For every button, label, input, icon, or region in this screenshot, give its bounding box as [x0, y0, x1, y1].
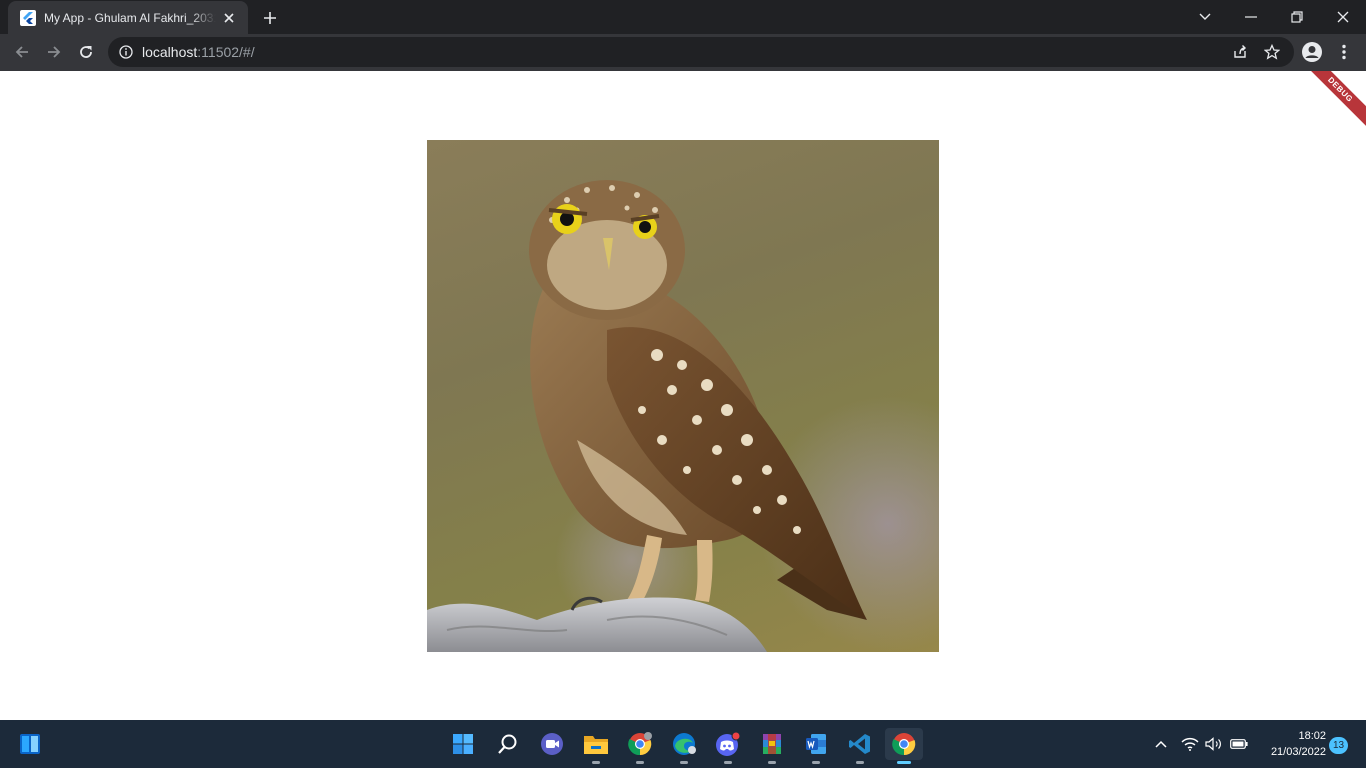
- back-icon[interactable]: [8, 38, 36, 66]
- running-indicator: [768, 761, 776, 764]
- vscode-icon[interactable]: [844, 728, 876, 764]
- url-host: localhost: [142, 44, 198, 60]
- close-window-icon[interactable]: [1320, 0, 1366, 34]
- close-tab-icon[interactable]: [220, 9, 238, 27]
- minimize-icon[interactable]: [1228, 0, 1274, 34]
- clock-date: 21/03/2022: [1270, 746, 1326, 758]
- debug-banner: DEBUG: [1301, 71, 1366, 129]
- running-indicator: [592, 761, 600, 764]
- address-bar[interactable]: localhost:11502/#/: [108, 37, 1294, 67]
- running-indicator: [680, 761, 688, 764]
- edge-icon[interactable]: [668, 728, 700, 764]
- search-icon[interactable]: [492, 728, 524, 760]
- flutter-icon: [20, 9, 36, 26]
- chrome-profile-icon[interactable]: [624, 728, 656, 764]
- reload-icon[interactable]: [72, 38, 100, 66]
- notification-badge[interactable]: 13: [1329, 737, 1348, 754]
- tab-title: My App - Ghulam Al Fakhri_2031: [44, 10, 216, 25]
- tab-search-icon[interactable]: [1182, 0, 1228, 34]
- browser-tab[interactable]: My App - Ghulam Al Fakhri_2031: [8, 1, 248, 34]
- show-hidden-icons[interactable]: [1154, 720, 1168, 768]
- restore-icon[interactable]: [1274, 0, 1320, 34]
- forward-icon[interactable]: [40, 38, 68, 66]
- running-indicator: [856, 761, 864, 764]
- running-indicator: [636, 761, 644, 764]
- page-content: DEBUG: [0, 71, 1366, 720]
- start-icon[interactable]: [14, 728, 46, 760]
- running-indicator: [812, 761, 820, 764]
- discord-icon[interactable]: [712, 728, 744, 764]
- star-icon[interactable]: [1258, 38, 1286, 66]
- clock-time: 18:02: [1298, 730, 1326, 742]
- word-icon[interactable]: [800, 728, 832, 764]
- url-path: :11502/#/: [197, 44, 255, 60]
- profile-icon[interactable]: [1298, 38, 1326, 66]
- chat-icon[interactable]: [536, 728, 568, 760]
- share-icon[interactable]: [1226, 38, 1254, 66]
- running-indicator: [724, 761, 732, 764]
- browser-toolbar: localhost:11502/#/: [0, 34, 1366, 71]
- owl-image: [427, 140, 939, 652]
- windows-taskbar: 18:02 21/03/2022: [0, 720, 1366, 768]
- info-icon[interactable]: [118, 44, 134, 60]
- winrar-icon[interactable]: [756, 728, 788, 764]
- file-explorer-icon[interactable]: [580, 728, 612, 764]
- url-text: localhost:11502/#/: [142, 44, 255, 60]
- new-tab-icon[interactable]: [258, 6, 282, 30]
- clock[interactable]: 18:02 21/03/2022: [1258, 728, 1326, 760]
- chrome-icon[interactable]: [885, 728, 923, 764]
- battery-icon[interactable]: [1230, 720, 1248, 768]
- volume-icon[interactable]: [1205, 720, 1223, 768]
- active-indicator: [897, 761, 911, 764]
- wifi-icon[interactable]: [1181, 720, 1199, 768]
- menu-icon[interactable]: [1330, 38, 1358, 66]
- windows-logo-icon[interactable]: [447, 728, 479, 760]
- tab-strip: My App - Ghulam Al Fakhri_2031: [0, 0, 1366, 34]
